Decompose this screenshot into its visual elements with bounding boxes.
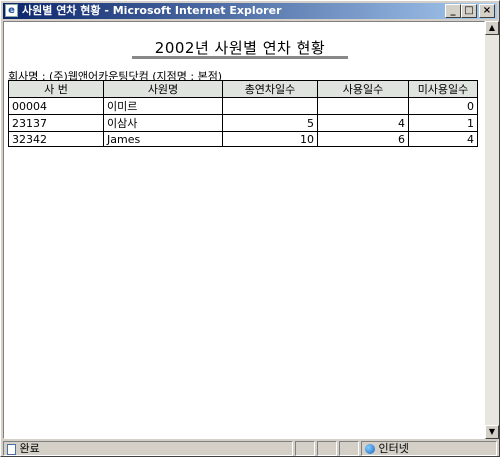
ie-page-icon: e [5, 4, 18, 17]
cell-employee-id: 00004 [8, 97, 104, 115]
cell-unused-days: 1 [408, 114, 478, 132]
status-left: 완료 [7, 443, 40, 455]
status-text: 완료 [19, 442, 40, 455]
cell-employee-id: 32342 [8, 131, 104, 147]
maximize-button[interactable]: □ [461, 4, 477, 18]
status-panel-2 [317, 441, 337, 456]
header-employee-id: 사 번 [8, 80, 104, 98]
cell-unused-days: 0 [408, 97, 478, 115]
scroll-up-arrow-icon[interactable]: ▲ [485, 21, 499, 35]
cell-unused-days: 4 [408, 131, 478, 147]
header-employee-name: 사원명 [103, 80, 223, 98]
title-bar[interactable]: e 사원별 연차 현황 - Microsoft Internet Explore… [3, 3, 497, 19]
report-title: 2002년 사원별 연차 현황 [154, 39, 326, 57]
header-unused-days: 미사용일수 [408, 80, 478, 98]
scroll-down-arrow-icon[interactable]: ▼ [485, 425, 499, 439]
cell-total-days: 10 [222, 131, 318, 147]
vertical-scrollbar[interactable]: ▲ ▼ [485, 21, 499, 439]
browser-window: e 사원별 연차 현황 - Microsoft Internet Explore… [0, 0, 500, 457]
minimize-button[interactable]: _ [445, 4, 461, 18]
status-bar: 완료 인터넷 [3, 441, 497, 456]
status-panel-1 [295, 441, 315, 456]
cell-employee-id: 23137 [8, 114, 104, 132]
cell-employee-name: 이미르 [103, 97, 223, 115]
zone-text: 인터넷 [378, 442, 409, 455]
table-row: 23137 이삼사 5 4 1 [8, 114, 478, 132]
status-panel-3 [339, 441, 359, 456]
header-total-days: 총연차일수 [222, 80, 318, 98]
table-row: 32342 James 10 6 4 [8, 131, 478, 147]
status-zone: 인터넷 [365, 443, 409, 455]
table-row: 00004 이미르 0 [8, 97, 478, 115]
globe-icon [365, 444, 375, 454]
status-zone-panel: 인터넷 [361, 441, 497, 456]
header-used-days: 사용일수 [317, 80, 409, 98]
window-title: 사원별 연차 현황 - Microsoft Internet Explorer [22, 4, 282, 17]
cell-employee-name: 이삼사 [103, 114, 223, 132]
page-content: 2002년 사원별 연차 현황 회사명 : (주)웹앤어카운팅닷컴 (지점명 :… [3, 21, 485, 439]
ie-page-icon [7, 443, 16, 455]
title-underline [132, 56, 348, 59]
cell-total-days [222, 97, 318, 115]
table-header-row: 사 번 사원명 총연차일수 사용일수 미사용일수 [8, 80, 478, 98]
status-main-panel: 완료 [3, 441, 293, 456]
cell-used-days: 4 [317, 114, 409, 132]
close-button[interactable]: × [479, 4, 495, 18]
cell-used-days: 6 [317, 131, 409, 147]
cell-employee-name: James [103, 131, 223, 147]
cell-total-days: 5 [222, 114, 318, 132]
cell-used-days [317, 97, 409, 115]
vacation-table: 사 번 사원명 총연차일수 사용일수 미사용일수 00004 이미르 0 231… [8, 80, 478, 147]
